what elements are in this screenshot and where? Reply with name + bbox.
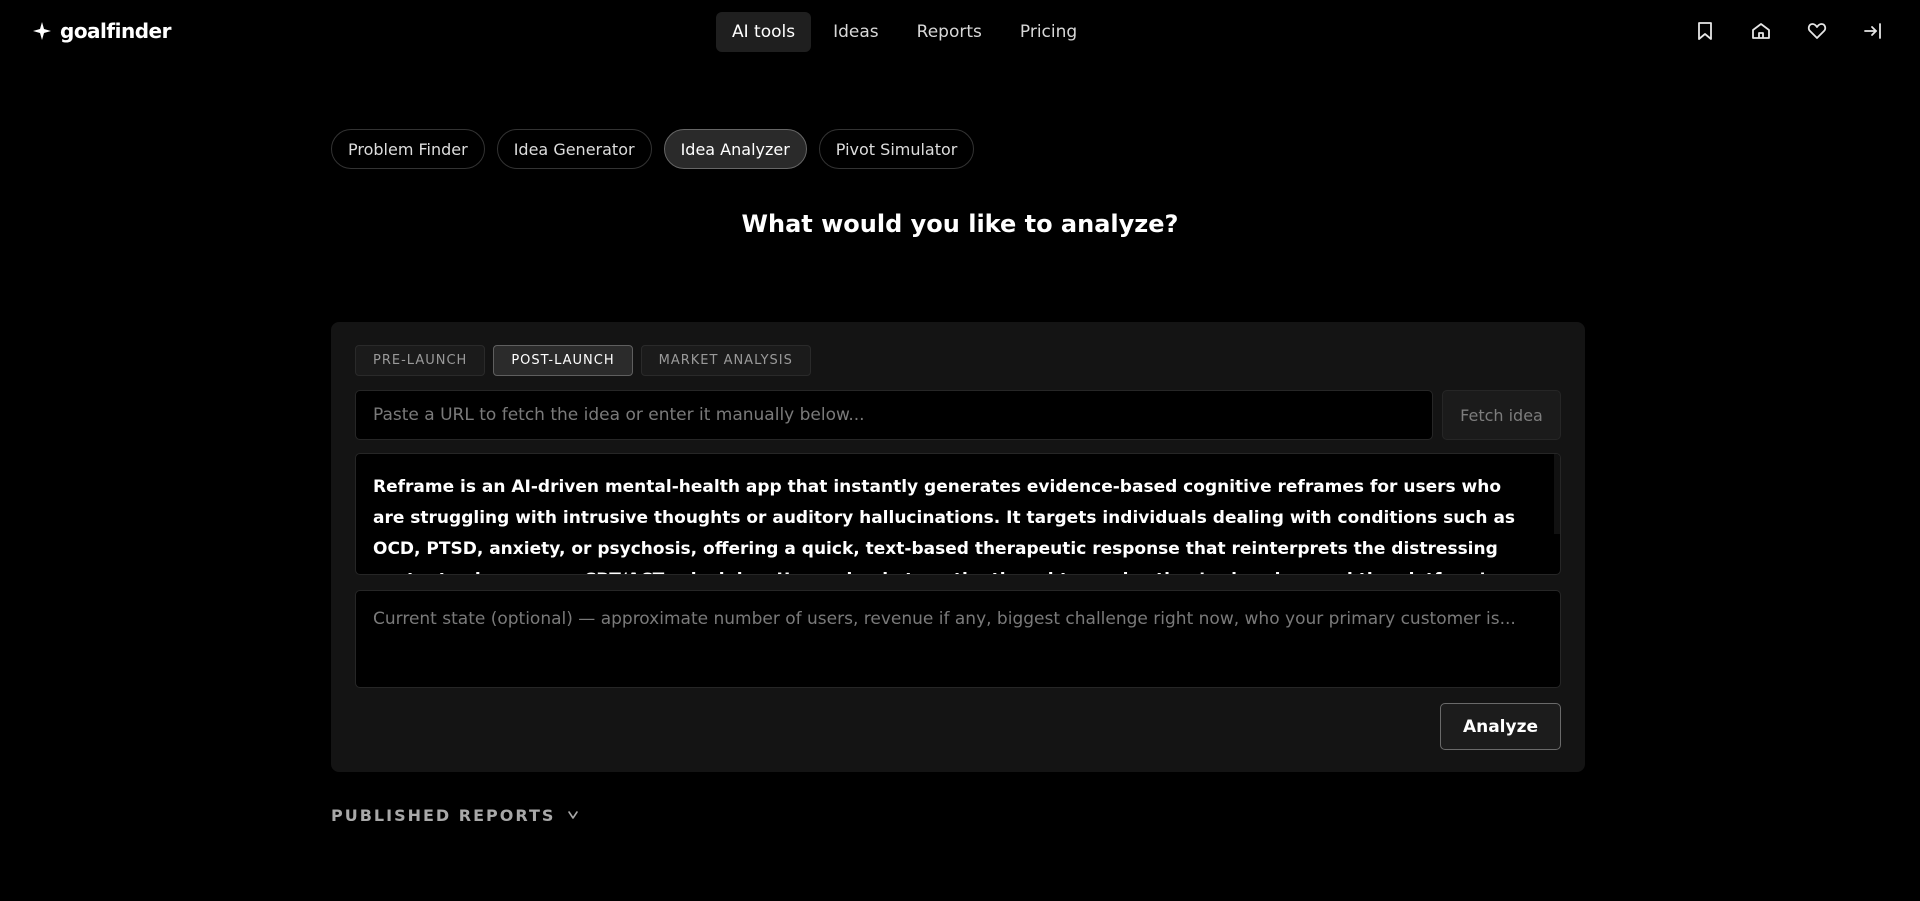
nav-item-reports[interactable]: Reports [901, 12, 998, 52]
heart-icon[interactable] [1806, 20, 1828, 42]
mode-tabs: PRE-LAUNCH POST-LAUNCH MARKET ANALYSIS [355, 345, 811, 376]
bookmark-icon[interactable] [1694, 20, 1716, 42]
tool-pivot-simulator[interactable]: Pivot Simulator [818, 129, 975, 169]
url-input[interactable] [355, 390, 1433, 440]
tool-idea-generator[interactable]: Idea Generator [496, 129, 652, 169]
main-nav: AI tools Ideas Reports Pricing [716, 12, 1093, 52]
published-reports-toggle[interactable]: PUBLISHED REPORTS [331, 806, 579, 825]
tool-tabs: Problem Finder Idea Generator Idea Analy… [331, 129, 975, 169]
tab-pre-launch[interactable]: PRE-LAUNCH [355, 345, 486, 376]
logout-icon[interactable] [1862, 20, 1884, 42]
published-reports-label: PUBLISHED REPORTS [331, 806, 556, 825]
scrollbar[interactable] [1554, 454, 1560, 534]
idea-textarea[interactable]: Reframe is an AI-driven mental-health ap… [355, 453, 1561, 575]
idea-text: Reframe is an AI-driven mental-health ap… [373, 477, 1516, 574]
brand-name: goalfinder [60, 19, 171, 43]
tool-idea-analyzer[interactable]: Idea Analyzer [663, 129, 807, 169]
sparkle-icon [32, 21, 52, 41]
tool-problem-finder[interactable]: Problem Finder [331, 129, 485, 169]
top-header: goalfinder AI tools Ideas Reports Pricin… [0, 0, 1920, 66]
nav-item-pricing[interactable]: Pricing [1004, 12, 1093, 52]
analyze-card: PRE-LAUNCH POST-LAUNCH MARKET ANALYSIS F… [331, 322, 1585, 772]
header-actions [1694, 20, 1884, 42]
analyze-button[interactable]: Analyze [1440, 703, 1561, 750]
chevron-down-icon [567, 808, 579, 824]
page-title: What would you like to analyze? [741, 210, 1179, 238]
current-state-input[interactable] [355, 590, 1561, 688]
nav-item-ideas[interactable]: Ideas [817, 12, 895, 52]
logo[interactable]: goalfinder [32, 19, 171, 43]
home-icon[interactable] [1750, 20, 1772, 42]
tab-market-analysis[interactable]: MARKET ANALYSIS [640, 345, 811, 376]
fetch-idea-button[interactable]: Fetch idea [1442, 390, 1561, 440]
tab-post-launch[interactable]: POST-LAUNCH [493, 345, 633, 376]
nav-item-ai-tools[interactable]: AI tools [716, 12, 812, 52]
